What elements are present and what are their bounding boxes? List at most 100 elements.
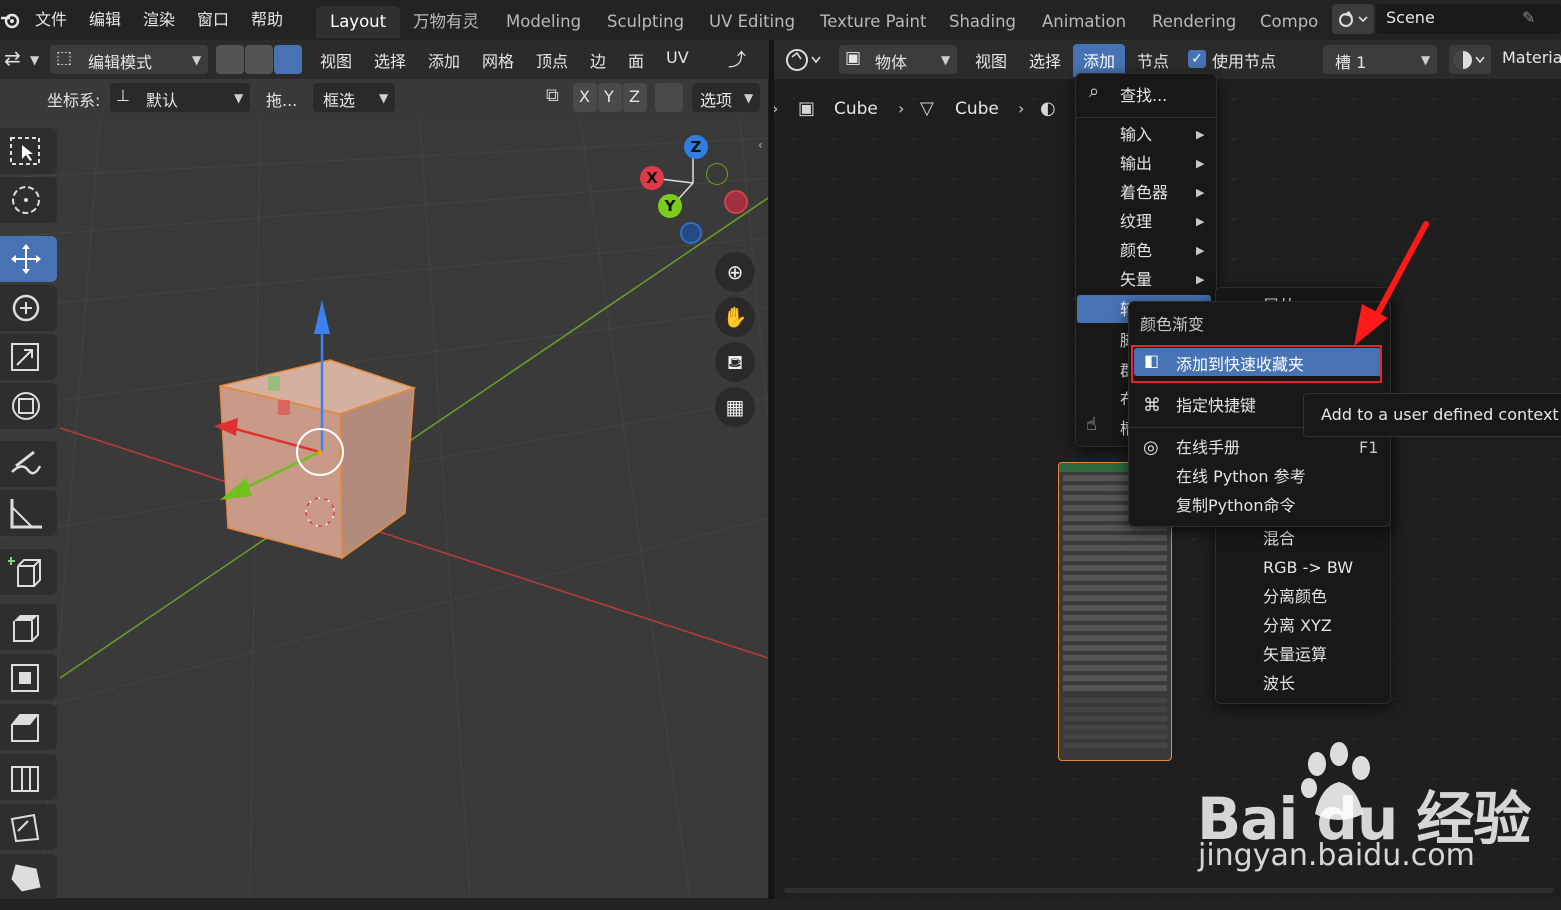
tool-knife[interactable] [0,804,57,850]
sidebar-toggle-icon[interactable]: ‹ [758,138,763,152]
menu-help[interactable]: 帮助 [251,0,283,40]
menu-face[interactable]: 面 [628,48,644,72]
gizmo-neg-y-ball[interactable] [706,163,728,185]
tool-transform[interactable] [0,383,57,429]
add-menu-texture[interactable]: 纹理 ▶ [1120,207,1216,236]
menu-vertex[interactable]: 顶点 [536,48,568,72]
edge-select-button[interactable] [245,45,273,74]
object-type-dropdown[interactable]: ▣ 物体 ▼ [839,45,957,74]
scene-selector-button[interactable] [1332,4,1374,34]
auto-merge-button[interactable] [655,83,683,112]
tool-move[interactable] [0,236,57,282]
menu-file[interactable]: 文件 [35,0,67,40]
perspective-button[interactable]: ▦ [715,387,755,427]
tool-loop-cut[interactable] [0,754,57,800]
gizmo-y-ball[interactable]: Y [658,194,682,218]
tool-inset[interactable] [0,654,57,700]
menu-view[interactable]: 视图 [320,48,352,72]
blender-logo-icon[interactable] [0,10,22,30]
knife-icon [10,813,40,843]
menu-render[interactable]: 渲染 [143,0,175,40]
command-key-icon: ⌘ [1143,395,1161,416]
submenu-separate-color[interactable]: 分离颜色 [1263,582,1327,611]
tab-compo[interactable]: Compo [1246,6,1332,38]
3d-viewport[interactable]: Z X Y ⊕ ✋ ⛾ ▦ ‹ [0,118,768,898]
material-browse-button[interactable] [1449,45,1491,74]
tool-scale[interactable] [0,334,57,380]
tool-extrude[interactable] [0,604,57,650]
add-menu-input-label: 输入 [1120,125,1153,144]
transform-orientation-icon[interactable]: ⤴ [728,46,746,72]
tab-uv-editing[interactable]: UV Editing [695,6,809,38]
node-menu-node[interactable]: 节点 [1137,48,1169,72]
material-name[interactable]: Materia [1502,48,1561,67]
submenu-vector-math[interactable]: 矢量运算 [1263,640,1327,669]
tab-wanwu[interactable]: 万物有灵 [399,6,493,38]
submenu-wavelength[interactable]: 波长 [1263,669,1295,698]
menu-mesh[interactable]: 网格 [482,48,514,72]
mirror-icon[interactable]: ⧉ [546,85,559,106]
coord-dropdown[interactable]: ⊥ 默认 ▼ [110,83,250,112]
tab-rendering[interactable]: Rendering [1138,6,1250,38]
tool-cursor[interactable] [0,177,57,223]
pan-button[interactable]: ✋ [715,297,755,337]
menu-window[interactable]: 窗口 [197,0,229,40]
tool-add-cube[interactable] [0,549,57,595]
menu-select[interactable]: 选择 [374,48,406,72]
menu-edit[interactable]: 编辑 [89,0,121,40]
tab-shading[interactable]: Shading [935,6,1030,38]
add-menu-vector[interactable]: 矢量 ▶ [1120,265,1216,294]
mirror-y-button[interactable]: Y [598,83,622,112]
add-menu-output[interactable]: 输出 ▶ [1120,149,1216,178]
node-menu-select[interactable]: 选择 [1029,48,1061,72]
mirror-x-button[interactable]: X [573,83,597,112]
menu-edge[interactable]: 边 [590,48,606,72]
submenu-mix[interactable]: 混合 [1263,524,1295,553]
mode-dropdown[interactable]: ⬚ 编辑模式 ▼ [50,45,208,74]
tab-modeling[interactable]: Modeling [492,6,595,38]
tool-measure[interactable] [0,490,57,536]
options-dropdown[interactable]: 选项 ▼ [692,83,760,112]
submenu-separate-xyz[interactable]: 分离 XYZ [1263,611,1332,640]
tool-annotate[interactable] [0,441,57,487]
tool-bevel[interactable] [0,704,57,750]
select-box-dropdown[interactable]: 框选 ▼ [313,83,395,112]
gizmo-z-ball[interactable]: Z [684,135,708,159]
gizmo-x-ball[interactable]: X [640,166,664,190]
editor-type-icon[interactable]: ⇄ [4,46,21,70]
submenu-rgb-to-bw[interactable]: RGB -> BW [1263,553,1353,582]
face-select-button[interactable] [274,45,302,74]
online-manual-item[interactable]: ◎ 在线手册 F1 [1129,433,1390,462]
menu-uv[interactable]: UV [666,48,689,67]
tab-layout[interactable]: Layout [316,6,401,38]
zoom-button[interactable]: ⊕ [715,252,755,292]
camera-icon: ⛾ [726,350,744,374]
add-menu-color[interactable]: 颜色 ▶ [1120,236,1216,265]
tool-rotate[interactable] [0,285,57,331]
scene-name-field[interactable]: Scene ✎ [1376,4,1561,34]
copy-python-command-item[interactable]: 复制Python命令 [1176,491,1295,520]
tab-animation[interactable]: Animation [1028,6,1140,38]
add-menu-shader[interactable]: 着色器 ▶ [1120,178,1216,207]
tab-texture-paint[interactable]: Texture Paint [806,6,940,38]
pin-icon[interactable]: ✎ [1522,8,1535,27]
vertex-select-button[interactable] [216,45,244,74]
add-menu-input[interactable]: 输入 ▶ [1120,120,1216,149]
tool-select-box[interactable] [0,128,57,174]
tool-poly-build[interactable] [0,854,57,900]
horizontal-scrollbar[interactable] [784,888,1554,893]
use-nodes-checkbox[interactable]: ✓ [1188,50,1206,68]
menu-add[interactable]: 添加 [428,48,460,72]
gizmo-neg-z-ball[interactable] [680,222,702,244]
node-menu-view[interactable]: 视图 [975,48,1007,72]
axis-z-label: Z [629,87,640,106]
drag-label[interactable]: 拖... [266,87,297,111]
online-python-ref-item[interactable]: 在线 Python 参考 [1176,462,1306,491]
tab-sculpting[interactable]: Sculpting [593,6,698,38]
editor-type-button[interactable] [784,45,826,74]
slot-dropdown[interactable]: 槽 1 ▼ [1323,45,1437,74]
camera-view-button[interactable]: ⛾ [715,342,755,382]
mirror-z-button[interactable]: Z [623,83,647,112]
gizmo-neg-x-ball[interactable] [724,190,748,214]
add-menu-search[interactable]: 查找... [1120,82,1167,106]
